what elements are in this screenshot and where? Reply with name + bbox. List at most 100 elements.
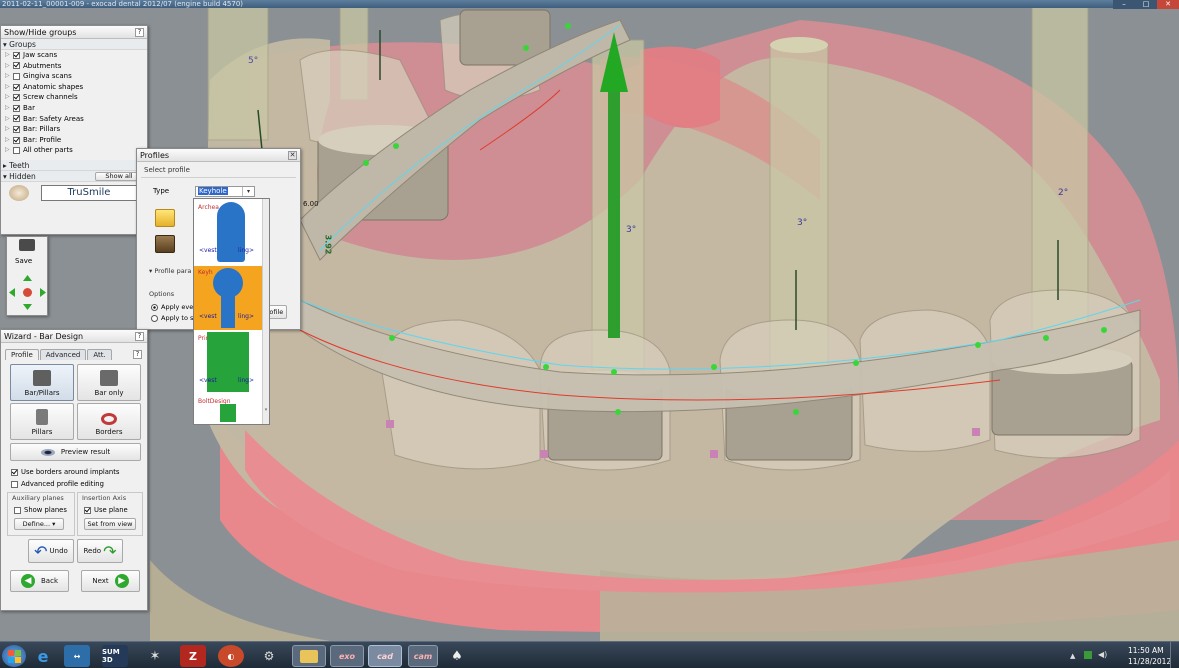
tab-help-button[interactable]: ? xyxy=(133,350,142,359)
checkbox[interactable] xyxy=(13,51,20,59)
checkbox[interactable] xyxy=(13,72,20,80)
checkbox[interactable] xyxy=(13,125,20,133)
expand-icon[interactable]: ▷ xyxy=(5,135,13,146)
checkbox[interactable] xyxy=(13,147,20,155)
checkbox[interactable] xyxy=(13,62,20,70)
expand-icon[interactable]: ▷ xyxy=(5,61,13,72)
checkbox[interactable] xyxy=(13,94,20,102)
cam-task-button[interactable]: cam xyxy=(408,645,438,667)
folder-icon[interactable] xyxy=(155,209,175,227)
teeth-icon[interactable] xyxy=(9,184,29,201)
close-icon[interactable]: ✕ xyxy=(288,151,297,160)
checkbox[interactable] xyxy=(11,468,18,476)
tools-icon[interactable]: ⚙ xyxy=(256,645,282,667)
app-icon[interactable]: ◐ xyxy=(218,645,244,667)
profile-item[interactable]: PrimaryBar <vest ling> xyxy=(194,330,264,394)
back-button[interactable]: ◀ Back xyxy=(10,570,69,592)
save-icon[interactable] xyxy=(19,239,35,251)
teeth-section-header[interactable]: ▸ Teeth xyxy=(1,159,147,171)
advanced-profile-checkbox[interactable]: Advanced profile editing xyxy=(11,480,104,488)
clock-date[interactable]: 11/28/2012 xyxy=(1128,657,1171,666)
arrow-right-icon[interactable] xyxy=(40,288,46,297)
maximize-button[interactable]: □ xyxy=(1135,0,1157,9)
teamviewer-icon[interactable]: ↔ xyxy=(64,645,90,667)
checkbox[interactable] xyxy=(13,83,20,91)
group-row[interactable]: ▷ Gingiva scans xyxy=(5,71,147,82)
group-row[interactable]: ▷ Abutments xyxy=(5,61,147,72)
define-dropdown[interactable]: Define... ▾ xyxy=(14,518,64,530)
checkbox[interactable] xyxy=(14,506,21,514)
trusmile-button[interactable]: TruSmile xyxy=(41,184,137,201)
ie-icon[interactable]: e xyxy=(30,645,56,667)
checkbox[interactable] xyxy=(11,480,18,488)
tray-arrow-icon[interactable]: ▲ xyxy=(1070,652,1075,660)
expand-icon[interactable]: ▷ xyxy=(5,124,13,135)
expand-icon[interactable]: ▷ xyxy=(5,50,13,61)
group-row[interactable]: ▷ All other parts xyxy=(5,145,147,156)
expand-icon[interactable]: ▷ xyxy=(5,82,13,93)
clock-time[interactable]: 11:50 AM xyxy=(1128,646,1164,655)
expand-icon[interactable]: ▷ xyxy=(5,114,13,125)
chevron-down-icon[interactable]: ▾ xyxy=(242,187,254,196)
help-button[interactable]: ? xyxy=(135,332,144,341)
arrow-up-icon[interactable] xyxy=(23,275,32,281)
arrow-down-icon[interactable] xyxy=(23,304,32,310)
tab-att[interactable]: Att. xyxy=(87,349,112,360)
apply-every-radio[interactable]: Apply ever xyxy=(151,303,196,311)
group-row[interactable]: ▷ Bar: Profile xyxy=(5,135,147,146)
radio-off[interactable] xyxy=(151,314,158,322)
group-row[interactable]: ▷ Anatomic shapes xyxy=(5,82,147,93)
use-borders-checkbox[interactable]: Use borders around implants xyxy=(11,468,119,476)
help-button[interactable]: ? xyxy=(135,28,144,37)
next-button[interactable]: Next ▶ xyxy=(81,570,140,592)
scrollbar[interactable]: ▾ xyxy=(262,199,269,424)
apply-selected-radio[interactable]: Apply to se xyxy=(151,314,197,322)
filezilla-icon[interactable]: Z xyxy=(180,645,206,667)
preview-result-button[interactable]: Preview result xyxy=(10,443,141,461)
group-row[interactable]: ▷ Jaw scans xyxy=(5,50,147,61)
checkbox[interactable] xyxy=(13,115,20,123)
checkbox[interactable] xyxy=(84,506,91,514)
show-planes-checkbox[interactable]: Show planes xyxy=(8,503,74,517)
hidden-section-header[interactable]: ▾ Hidden Show all xyxy=(1,170,147,182)
group-row[interactable]: ▷ Bar: Pillars xyxy=(5,124,147,135)
group-row[interactable]: ▷ Screw channels xyxy=(5,92,147,103)
tab-advanced[interactable]: Advanced xyxy=(39,349,87,360)
redo-button[interactable]: Redo ↷ xyxy=(77,539,123,563)
set-from-view-button[interactable]: Set from view xyxy=(84,518,136,530)
tooth-app-icon[interactable]: ♠ xyxy=(444,645,470,667)
tab-profile[interactable]: Profile xyxy=(5,349,39,360)
profile-item-selected[interactable]: Keyh <vest ling> xyxy=(194,266,264,330)
pillars-button[interactable]: Pillars xyxy=(10,403,74,440)
group-row[interactable]: ▷ Bar xyxy=(5,103,147,114)
undo-button[interactable]: ↶ Undo xyxy=(28,539,74,563)
explorer-icon[interactable] xyxy=(292,645,326,667)
profile-params-toggle[interactable]: ▾ Profile para xyxy=(149,267,191,275)
groups-section-header[interactable]: ▾ Groups xyxy=(1,39,147,50)
profile-item[interactable]: Archea <vest ling> xyxy=(194,199,264,266)
profile-item[interactable]: BoltDesign xyxy=(194,394,264,424)
bar-only-button[interactable]: Bar only xyxy=(77,364,141,401)
checkbox[interactable] xyxy=(13,136,20,144)
radio-on[interactable] xyxy=(151,303,158,311)
cad-task-button[interactable]: cad xyxy=(368,645,402,667)
scroll-down-icon[interactable]: ▾ xyxy=(263,407,269,415)
use-plane-checkbox[interactable]: Use plane xyxy=(78,503,142,517)
borders-button[interactable]: Borders xyxy=(77,403,141,440)
center-icon[interactable] xyxy=(23,288,32,297)
expand-icon[interactable]: ▷ xyxy=(5,92,13,103)
show-desktop-button[interactable] xyxy=(1170,642,1179,668)
type-select[interactable]: Keyhole ▾ xyxy=(195,186,255,197)
close-button[interactable]: ✕ xyxy=(1157,0,1179,9)
volume-icon[interactable]: ◀) xyxy=(1098,650,1107,659)
start-button[interactable] xyxy=(2,645,26,667)
expand-icon[interactable]: ▷ xyxy=(5,145,13,156)
checkbox[interactable] xyxy=(13,104,20,112)
book-icon[interactable] xyxy=(155,235,175,253)
expand-icon[interactable]: ▷ xyxy=(5,103,13,114)
app-icon[interactable]: ✶ xyxy=(142,645,168,667)
sum3d-icon[interactable]: SUM 3D xyxy=(102,645,128,667)
profile-list[interactable]: Archea <vest ling> Keyh <vest ling> Prim… xyxy=(193,198,270,425)
arrow-left-icon[interactable] xyxy=(9,288,15,297)
exo-task-button[interactable]: exo xyxy=(330,645,364,667)
